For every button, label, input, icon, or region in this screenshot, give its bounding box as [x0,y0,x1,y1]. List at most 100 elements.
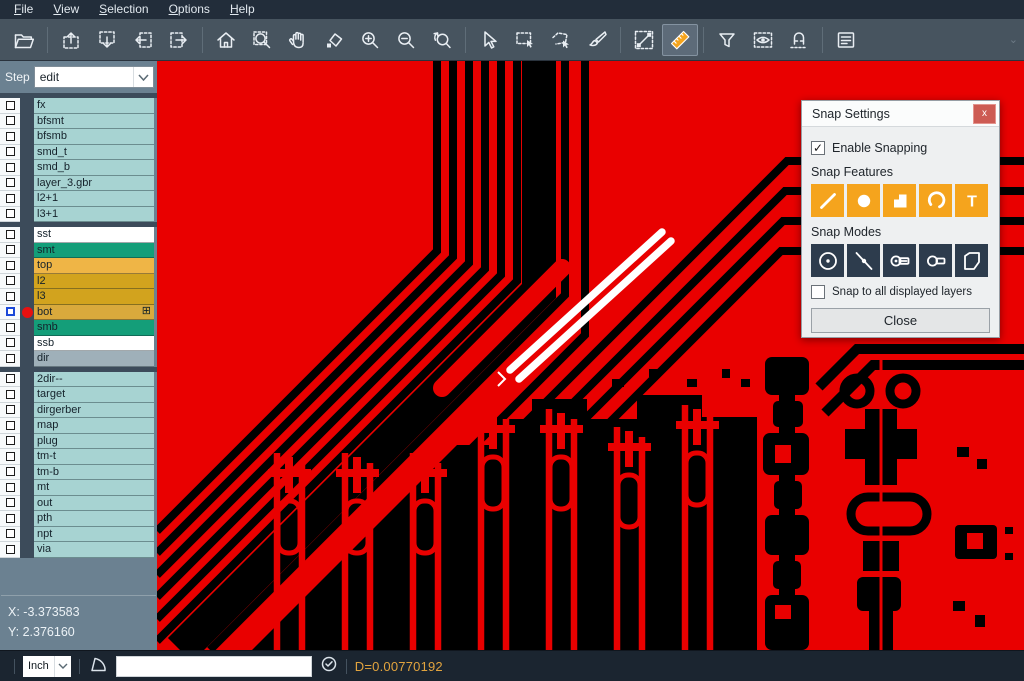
snap-mode-pad-outline-button[interactable] [919,244,952,277]
layer-name-cell[interactable]: bot⊞ [34,305,154,321]
menu-item-selection[interactable]: Selection [89,1,158,18]
layer-name-cell[interactable]: bfsmb [34,129,154,145]
pan-right-button[interactable] [161,24,197,56]
layer-visibility-checkbox[interactable] [0,114,20,130]
layer-name-cell[interactable]: l3 [34,289,154,305]
snap-all-layers-row[interactable]: Snap to all displayed layers [811,285,990,299]
snap-mode-contour-button[interactable] [955,244,988,277]
select-polygon-button[interactable] [543,24,579,56]
checkbox-icon[interactable] [6,421,15,430]
snap-mode-point-on-line-button[interactable] [847,244,880,277]
layer-row-via[interactable]: via [0,542,157,558]
pan-left-button[interactable] [125,24,161,56]
layer-visibility-checkbox[interactable] [0,465,20,481]
layer-row-l3[interactable]: l3 [0,289,157,305]
measure-line-button[interactable] [626,24,662,56]
layer-name-cell[interactable]: dir [34,351,154,367]
layer-visibility-checkbox[interactable] [0,191,20,207]
layer-visibility-checkbox[interactable] [0,387,20,403]
checkbox-icon[interactable] [6,514,15,523]
dialog-close-button[interactable]: Close [811,308,990,333]
layer-row-out[interactable]: out [0,496,157,512]
layer-name-cell[interactable]: plug [34,434,154,450]
layer-name-cell[interactable]: pth [34,511,154,527]
checkbox-icon[interactable] [6,147,15,156]
layer-row-bfsmt[interactable]: bfsmt [0,114,157,130]
layer-name-cell[interactable]: target [34,387,154,403]
layer-visibility-checkbox[interactable] [0,98,20,114]
layer-visibility-checkbox[interactable] [0,145,20,161]
layer-name-cell[interactable]: smd_t [34,145,154,161]
layer-row-l2+1[interactable]: l2+1 [0,191,157,207]
checkbox-icon[interactable] [6,374,15,383]
layer-name-cell[interactable]: 2dir-- [34,372,154,388]
chevron-down-icon[interactable] [133,67,153,87]
layer-row-bot[interactable]: bot⊞ [0,305,157,321]
layer-row-bfsmb[interactable]: bfsmb [0,129,157,145]
layer-visibility-checkbox[interactable] [0,289,20,305]
layer-visibility-checkbox[interactable] [0,160,20,176]
layer-name-cell[interactable]: via [34,542,154,558]
layer-row-target[interactable]: target [0,387,157,403]
checkbox-icon[interactable] [6,338,15,347]
layer-row-plug[interactable]: plug [0,434,157,450]
checkbox-icon[interactable] [6,178,15,187]
layer-visibility-checkbox[interactable] [0,418,20,434]
layer-name-cell[interactable]: smt [34,243,154,259]
checkbox-icon[interactable] [6,545,15,554]
checkbox-icon[interactable] [6,116,15,125]
layer-row-smd_t[interactable]: smd_t [0,145,157,161]
angle-measure-icon[interactable] [88,654,108,679]
zoom-out-button[interactable] [388,24,424,56]
layer-name-cell[interactable]: bfsmt [34,114,154,130]
grid-icon[interactable]: ⊞ [142,307,151,316]
layer-row-top[interactable]: top [0,258,157,274]
layer-visibility-checkbox[interactable] [0,434,20,450]
layer-row-l2[interactable]: l2 [0,274,157,290]
checkbox-icon[interactable] [6,529,15,538]
filter-button[interactable] [709,24,745,56]
layer-name-cell[interactable]: out [34,496,154,512]
select-rectangle-button[interactable] [507,24,543,56]
layer-name-cell[interactable]: l2+1 [34,191,154,207]
snap-feature-line-button[interactable] [811,184,844,217]
menu-item-help[interactable]: Help [220,1,265,18]
layer-name-cell[interactable]: dirgerber [34,403,154,419]
layer-visibility-checkbox[interactable] [0,496,20,512]
pan-up-button[interactable] [53,24,89,56]
checkbox-icon[interactable] [6,483,15,492]
checkbox-icon[interactable] [6,390,15,399]
checkbox-icon[interactable] [6,261,15,270]
layer-row-ssb[interactable]: ssb [0,336,157,352]
command-input[interactable] [116,656,312,677]
layer-row-dirgerber[interactable]: dirgerber [0,403,157,419]
layer-name-cell[interactable]: smd_b [34,160,154,176]
layer-name-cell[interactable]: l3+1 [34,207,154,223]
layer-visibility-checkbox[interactable] [0,129,20,145]
select-arrow-button[interactable] [471,24,507,56]
menu-item-options[interactable]: Options [159,1,220,18]
layer-visibility-checkbox[interactable] [0,207,20,223]
checkbox-icon[interactable] [6,323,15,332]
checkbox-icon[interactable] [6,230,15,239]
layer-name-cell[interactable]: map [34,418,154,434]
checkbox-icon[interactable] [6,307,15,316]
snap-feature-arc-button[interactable] [919,184,952,217]
layer-name-cell[interactable]: fx [34,98,154,114]
layer-visibility-checkbox[interactable] [0,243,20,259]
chevron-down-icon[interactable] [54,656,71,677]
checkbox-icon[interactable] [6,436,15,445]
dialog-title-bar[interactable]: Snap Settings x [802,101,999,127]
layer-name-cell[interactable]: ssb [34,336,154,352]
layer-row-l3+1[interactable]: l3+1 [0,207,157,223]
snap-mode-pad-origin-button[interactable] [883,244,916,277]
toolbar-overflow-chevron[interactable]: ⌄ [1009,33,1018,46]
layer-visibility-checkbox[interactable] [0,258,20,274]
layer-name-cell[interactable]: npt [34,527,154,543]
layer-row-layer_3.gbr[interactable]: layer_3.gbr [0,176,157,192]
layer-visibility-checkbox[interactable] [0,351,20,367]
layer-visibility-checkbox[interactable] [0,527,20,543]
checkbox-icon[interactable] [6,209,15,218]
zoom-object-button[interactable] [316,24,352,56]
layer-name-cell[interactable]: tm-b [34,465,154,481]
